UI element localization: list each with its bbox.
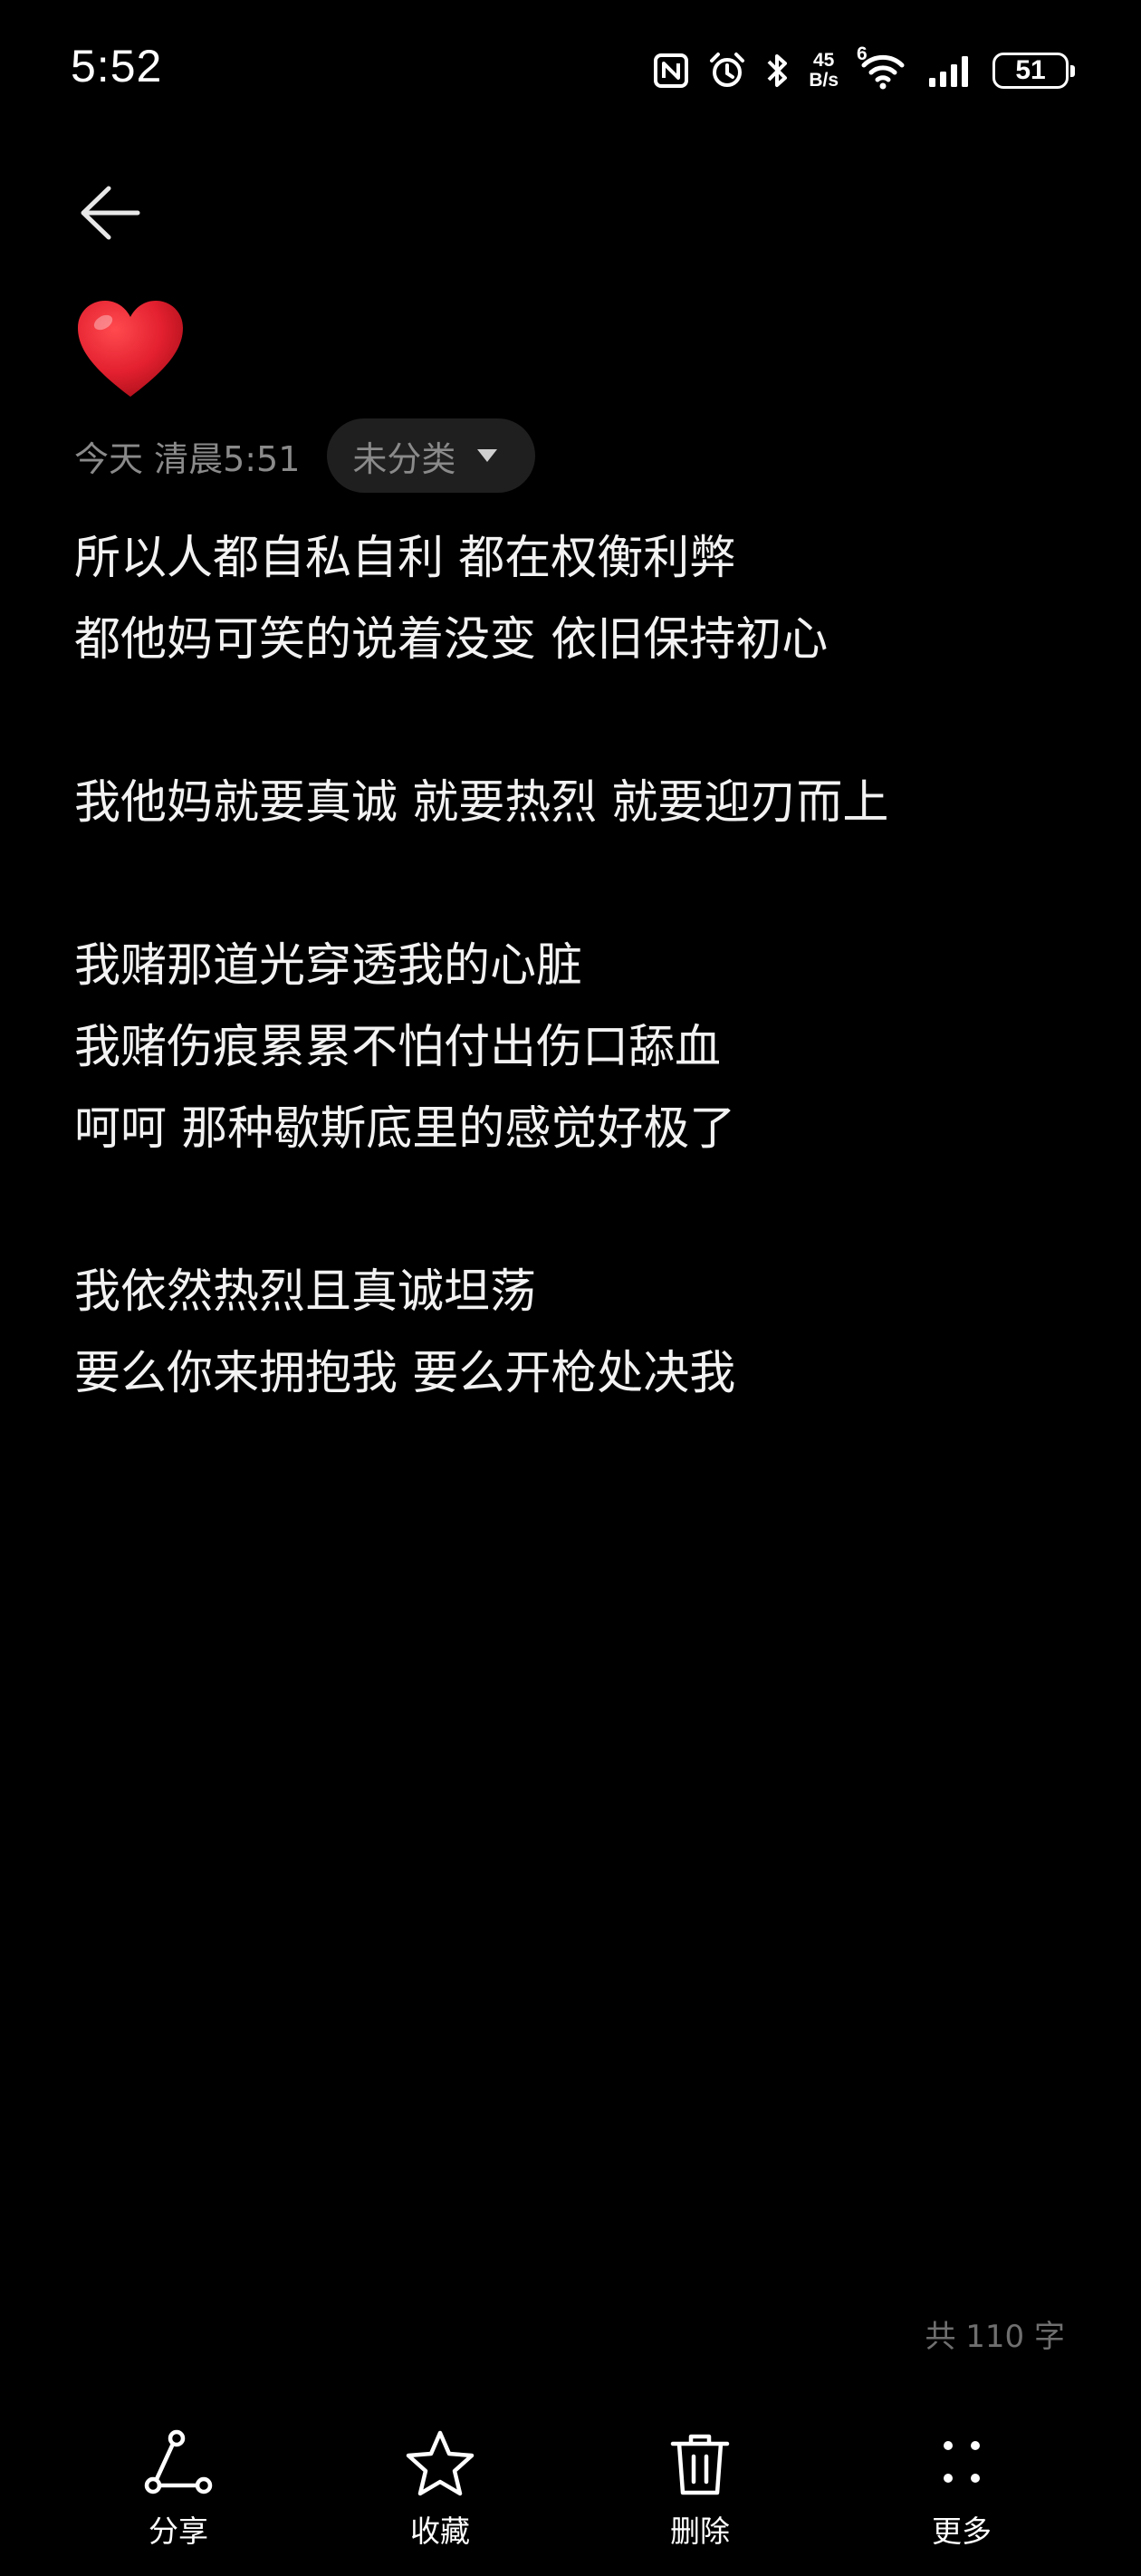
- status-time: 5:52: [71, 41, 163, 91]
- note-line: 要么你来拥抱我 要么开枪处决我: [74, 1347, 736, 1400]
- note-line: [74, 844, 1070, 926]
- category-label: 未分类: [352, 438, 456, 479]
- note-line: 所以人都自私自利 都在权衡利弊: [74, 532, 736, 585]
- network-speed: 45 B/s: [809, 51, 839, 91]
- triangle-down-icon: [477, 449, 498, 462]
- arrow-left-icon: [81, 186, 140, 240]
- note-body[interactable]: 所以人都自私自利 都在权衡利弊 都他妈可笑的说着没变 依旧保持初心 我他妈就要真…: [74, 518, 1070, 1415]
- bottom-toolbar: 分享 收藏 删除 更多: [0, 2427, 1141, 2576]
- more-dots-icon: [944, 2441, 980, 2483]
- share-button[interactable]: 分享: [97, 2427, 260, 2554]
- favorite-button[interactable]: 收藏: [359, 2427, 522, 2554]
- heart-emoji: [78, 301, 183, 397]
- bluetooth-icon: [767, 54, 788, 87]
- status-icons: 45 B/s 6 51: [653, 43, 1075, 96]
- note-meta-row: 今天 清晨5:51 未分类: [74, 418, 536, 493]
- note-date: 今天 清晨5:51: [74, 438, 301, 479]
- note-line: [74, 1170, 1070, 1252]
- nfc-icon: [654, 53, 689, 88]
- word-count: 共 110 字: [925, 2319, 1065, 2355]
- delete-label: 删除: [670, 2514, 730, 2549]
- back-button[interactable]: [72, 178, 152, 248]
- more-button[interactable]: 更多: [880, 2427, 1043, 2554]
- network-speed-value: 45: [812, 50, 835, 71]
- note-line: 我赌那道光穿透我的心脏: [74, 939, 583, 993]
- battery-indicator: 51: [992, 53, 1075, 89]
- more-label: 更多: [932, 2514, 992, 2549]
- alarm-icon: [710, 53, 745, 87]
- battery-level: 51: [1015, 55, 1046, 85]
- status-bar: 5:52 45 B/s 6 51: [0, 0, 1141, 136]
- wifi-icon: [861, 54, 905, 90]
- delete-button[interactable]: 删除: [618, 2427, 781, 2554]
- signal-icon: [929, 56, 968, 87]
- trash-icon: [670, 2434, 730, 2495]
- favorite-label: 收藏: [410, 2514, 470, 2549]
- network-speed-unit: B/s: [809, 70, 839, 91]
- category-dropdown[interactable]: 未分类: [327, 418, 536, 493]
- note-line: 我赌伤痕累累不怕付出伤口舔血: [74, 1021, 722, 1074]
- star-icon: [406, 2430, 475, 2496]
- note-line: 呵呵 那种歇斯底里的感觉好极了: [74, 1102, 736, 1156]
- share-label: 分享: [149, 2514, 208, 2549]
- note-line: 我依然热烈且真诚坦荡: [74, 1265, 537, 1319]
- share-icon: [144, 2429, 213, 2494]
- note-line: [74, 681, 1070, 763]
- note-line: 我他妈就要真诚 就要热烈 就要迎刃而上: [74, 776, 889, 830]
- note-line: 都他妈可笑的说着没变 依旧保持初心: [74, 613, 829, 667]
- wifi-indicator: 6: [857, 43, 909, 91]
